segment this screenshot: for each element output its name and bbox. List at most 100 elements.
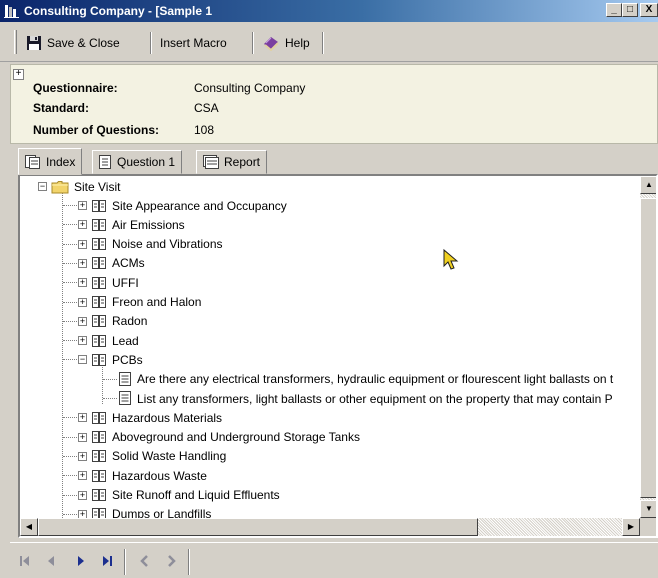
expand-toggle[interactable]: +	[78, 451, 87, 461]
tree-node[interactable]: + Solid Waste Handling	[78, 447, 226, 466]
minimize-button[interactable]: _	[606, 3, 622, 17]
expand-toggle[interactable]: +	[78, 278, 87, 288]
tree-node-label: Noise and Vibrations	[112, 237, 223, 252]
scroll-down-button[interactable]: ▼	[640, 500, 656, 518]
tree-node[interactable]: + Hazardous Materials	[78, 408, 222, 427]
previous-record-icon	[48, 556, 54, 566]
close-button[interactable]: X	[640, 3, 658, 17]
tree-node[interactable]: + Site Appearance and Occupancy	[78, 196, 287, 215]
tree-node[interactable]: + UFFI	[78, 273, 139, 292]
scroll-up-button[interactable]: ▲	[640, 176, 656, 194]
questionnaire-info-panel: + Questionnaire: Consulting Company Stan…	[10, 64, 658, 144]
toolbar-grip[interactable]	[14, 30, 17, 54]
next-record-button[interactable]	[70, 551, 92, 571]
document-icon	[99, 155, 111, 169]
book-icon	[92, 296, 106, 308]
standard-label: Standard:	[33, 101, 90, 115]
tree-node-label: Hazardous Waste	[112, 468, 207, 483]
tree-node-label: PCBs	[112, 352, 143, 367]
horizontal-scroll-thumb[interactable]	[38, 518, 478, 536]
collapse-toggle[interactable]: −	[38, 182, 47, 191]
maximize-button[interactable]: □	[622, 3, 638, 17]
floppy-disk-icon	[27, 36, 41, 50]
forward-icon	[168, 555, 176, 567]
expand-toggle[interactable]: +	[78, 297, 87, 307]
back-icon	[140, 555, 148, 567]
tree-node[interactable]: + ACMs	[78, 254, 145, 273]
index-icon	[25, 154, 40, 169]
tree-node[interactable]: + Dumps or Landfills	[78, 505, 211, 518]
tree-connector	[63, 513, 77, 515]
tree-question-item[interactable]: List any transformers, light ballasts or…	[118, 389, 613, 408]
scroll-right-button[interactable]: ▶	[622, 518, 640, 536]
expand-toggle[interactable]: +	[78, 490, 87, 500]
insert-macro-button[interactable]: Insert Macro	[154, 30, 233, 56]
tree-node-label: Site Runoff and Liquid Effluents	[112, 488, 280, 502]
app-window: Consulting Company - [Sample 1 _ □ X Sav…	[0, 0, 658, 578]
info-expand-toggle[interactable]: +	[13, 69, 24, 80]
last-record-icon	[103, 556, 112, 566]
first-record-button[interactable]	[14, 551, 36, 571]
tree-node[interactable]: + Radon	[78, 312, 147, 331]
tab-question-1[interactable]: Question 1	[92, 150, 183, 174]
book-icon	[92, 334, 106, 347]
tree-node-label: Solid Waste Handling	[112, 449, 227, 464]
tree-connector	[62, 190, 63, 518]
index-tree: − Site Visit + Site Appearance and Occupa…	[20, 176, 640, 518]
tree-node-site-visit[interactable]: − Site Visit	[38, 177, 120, 196]
back-button[interactable]	[134, 551, 156, 571]
save-close-button[interactable]: Save & Close	[20, 30, 126, 56]
book-icon	[92, 450, 106, 463]
expand-toggle[interactable]: +	[78, 258, 87, 268]
standard-value: CSA	[194, 101, 219, 115]
collapse-toggle[interactable]: −	[78, 355, 87, 365]
book-icon	[92, 411, 106, 424]
expand-toggle[interactable]: +	[78, 316, 87, 326]
tree-node[interactable]: + Lead	[78, 331, 139, 350]
question-text: Are there any electrical transformers, h…	[137, 372, 614, 387]
app-icon	[4, 5, 19, 18]
book-icon	[92, 238, 106, 251]
last-record-button[interactable]	[96, 551, 118, 571]
tree-node[interactable]: − PCBs	[78, 350, 143, 369]
tree-node-label: ACMs	[112, 256, 145, 271]
tree-connector	[63, 243, 77, 245]
tree-connector	[63, 282, 77, 284]
expand-toggle[interactable]: +	[78, 336, 87, 346]
book-icon	[92, 257, 106, 270]
help-button[interactable]: Help	[256, 30, 316, 56]
tree-node[interactable]: + Aboveground and Underground Storage Tan…	[78, 428, 360, 447]
tree-node[interactable]: + Air Emissions	[78, 215, 185, 234]
tree-node-label: Site Visit	[74, 179, 121, 194]
expand-toggle[interactable]: +	[78, 239, 87, 249]
expand-toggle[interactable]: +	[78, 509, 87, 518]
previous-record-button[interactable]	[40, 551, 62, 571]
expand-toggle[interactable]: +	[78, 201, 87, 210]
title-bar[interactable]: Consulting Company - [Sample 1 _ □ X	[0, 0, 658, 22]
tree-node[interactable]: + Noise and Vibrations	[78, 235, 223, 254]
expand-toggle[interactable]: +	[78, 413, 87, 423]
tab-question-1-label: Question 1	[117, 155, 176, 169]
tab-index[interactable]: Index	[18, 148, 83, 175]
scrollbar-corner	[640, 518, 656, 536]
tree-node[interactable]: + Site Runoff and Liquid Effluents	[78, 486, 280, 505]
forward-button[interactable]	[160, 551, 182, 571]
tree-node[interactable]: + Hazardous Waste	[78, 466, 207, 485]
expand-toggle[interactable]: +	[78, 220, 87, 230]
tree-connector	[103, 378, 117, 380]
vertical-scrollbar[interactable]: ▲ ▼	[640, 176, 656, 518]
expand-toggle[interactable]: +	[78, 432, 87, 442]
horizontal-scrollbar[interactable]: ◀ ▶	[20, 518, 640, 536]
scroll-left-button[interactable]: ◀	[20, 518, 38, 536]
expand-toggle[interactable]: +	[78, 471, 87, 481]
tree-connector	[63, 320, 77, 322]
tree-node-label: Aboveground and Underground Storage Tank…	[112, 430, 360, 445]
document-icon	[119, 371, 131, 386]
book-icon	[92, 199, 106, 212]
tab-report[interactable]: Report	[196, 150, 268, 174]
tree-question-item[interactable]: Are there any electrical transformers, h…	[118, 370, 613, 389]
tree-node[interactable]: + Freon and Halon	[78, 293, 201, 312]
tree-connector	[63, 494, 77, 496]
vertical-scroll-thumb[interactable]	[640, 198, 656, 498]
tree-connector	[63, 340, 77, 342]
